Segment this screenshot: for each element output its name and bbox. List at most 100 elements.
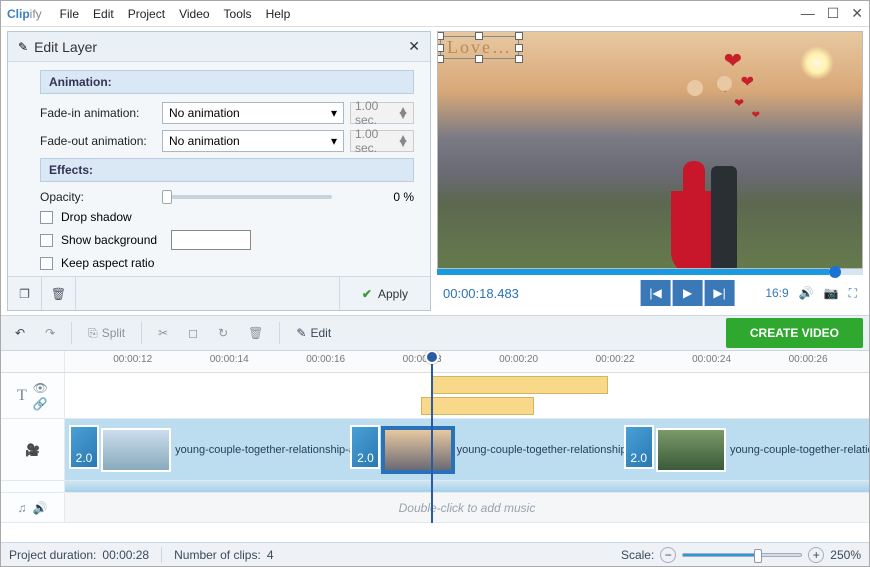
menubar: Clipify File Edit Project Video Tools He… <box>1 1 869 27</box>
heart-icon: ❤ <box>752 110 760 121</box>
opacity-slider[interactable] <box>162 195 332 199</box>
volume-icon[interactable]: 🔊 <box>799 286 814 300</box>
video-clip[interactable]: young-couple-together-relationship-and <box>101 425 367 475</box>
heart-icon: ❤ <box>741 72 754 92</box>
timecode: 00:00:18.483 <box>443 286 519 301</box>
project-duration-label: Project duration: <box>9 548 96 562</box>
clip-count-label: Number of clips: <box>174 548 261 562</box>
timeline-ruler[interactable]: 00:00:12 00:00:14 00:00:16 00:00:18 00:0… <box>65 351 869 372</box>
ruler-tick: 00:00:22 <box>596 354 635 365</box>
text-clip[interactable] <box>431 376 608 394</box>
ruler-tick: 00:00:16 <box>306 354 345 365</box>
timeline: 00:00:12 00:00:14 00:00:16 00:00:18 00:0… <box>1 351 869 542</box>
zoom-value: 250% <box>830 548 861 562</box>
link-icon[interactable]: 🔗 <box>33 397 48 411</box>
play-button[interactable]: ▶ <box>673 280 703 306</box>
text-layer-content: Love… <box>447 37 512 57</box>
next-button[interactable]: ▶| <box>705 280 735 306</box>
music-icon: ♫ <box>18 501 27 515</box>
prev-button[interactable]: |◀ <box>641 280 671 306</box>
status-bar: Project duration: 00:00:28 Number of cli… <box>1 542 869 566</box>
preview-canvas[interactable]: ❤ ❤ ❤ ❤ ❤ Love… <box>437 31 863 269</box>
ruler-tick: 00:00:12 <box>113 354 152 365</box>
delete-icon[interactable]: 🗑 <box>240 322 271 344</box>
minimize-icon[interactable]: — <box>801 5 815 22</box>
ruler-tick: 00:00:26 <box>789 354 828 365</box>
text-track: T👁🔗 <box>1 373 869 419</box>
trash-icon[interactable]: 🗑 <box>42 277 76 310</box>
video-clip[interactable]: young-couple-together-relationship-and <box>383 425 649 475</box>
redo-button[interactable]: ↷ <box>37 322 63 344</box>
apply-button[interactable]: ✔Apply <box>339 277 430 310</box>
playhead[interactable] <box>431 351 433 523</box>
zoom-in-icon[interactable]: + <box>808 547 824 563</box>
split-button[interactable]: ⎘Split <box>80 322 133 345</box>
menu-edit[interactable]: Edit <box>93 7 114 21</box>
drop-shadow-checkbox[interactable] <box>40 211 53 224</box>
fadein-select[interactable]: No animation▾ <box>162 102 344 124</box>
heart-icon: ❤ <box>734 96 744 110</box>
menu-video[interactable]: Video <box>179 7 209 21</box>
animation-header: Animation: <box>40 70 414 94</box>
chevron-down-icon: ▾ <box>331 134 337 148</box>
video-subtrack <box>1 481 869 493</box>
audio-track-body[interactable]: Double-click to add music <box>65 493 869 522</box>
fadein-duration-spin[interactable]: 1.00 sec.▲▼ <box>350 102 414 124</box>
text-layer-selection[interactable]: Love… <box>440 36 519 59</box>
transition-clip[interactable]: 2.0 <box>69 425 99 469</box>
edit-layer-panel: ✎ Edit Layer ✕ Animation: Fade-in animat… <box>7 31 431 311</box>
scale-label: Scale: <box>621 548 654 562</box>
bg-color-swatch[interactable] <box>171 230 251 250</box>
text-track-body[interactable] <box>65 373 869 418</box>
video-track-body[interactable]: 2.0 young-couple-together-relationship-a… <box>65 419 869 480</box>
ruler-tick: 00:00:14 <box>210 354 249 365</box>
ruler-tick: 00:00:24 <box>692 354 731 365</box>
ruler-tick: 00:00:20 <box>499 354 538 365</box>
fadeout-select[interactable]: No animation▾ <box>162 130 344 152</box>
keep-ar-checkbox[interactable] <box>40 257 53 270</box>
check-icon: ✔ <box>362 287 372 301</box>
sun-graphic <box>800 46 834 80</box>
close-icon[interactable]: ✕ <box>851 5 863 22</box>
transition-clip[interactable]: 2.0 <box>350 425 380 469</box>
crop-icon[interactable]: ◻ <box>180 322 206 344</box>
opacity-label: Opacity: <box>40 190 156 204</box>
cut-icon[interactable]: ✂ <box>150 322 176 344</box>
fadeout-label: Fade-out animation: <box>40 134 156 148</box>
menu-project[interactable]: Project <box>128 7 165 21</box>
playhead-knob[interactable] <box>425 351 439 364</box>
chevron-down-icon: ▾ <box>331 106 337 120</box>
transition-clip[interactable]: 2.0 <box>624 425 654 469</box>
video-track: 🎥 2.0 young-couple-together-relationship… <box>1 419 869 481</box>
couple-graphic <box>671 126 751 269</box>
project-duration-value: 00:00:28 <box>102 548 149 562</box>
edit-button[interactable]: ✎Edit <box>288 322 339 344</box>
rotate-icon[interactable]: ↻ <box>210 322 236 344</box>
app-brand: Clipify <box>7 6 42 21</box>
menu-file[interactable]: File <box>60 7 79 21</box>
panel-title: Edit Layer <box>34 39 97 55</box>
fadein-label: Fade-in animation: <box>40 106 156 120</box>
fullscreen-icon[interactable]: ⛶ <box>849 286 857 301</box>
create-video-button[interactable]: CREATE VIDEO <box>726 318 863 348</box>
snapshot-icon[interactable]: 📷 <box>824 286 839 300</box>
panel-close-icon[interactable]: ✕ <box>408 38 420 55</box>
aspect-ratio[interactable]: 16:9 <box>765 286 788 300</box>
opacity-value: 0 % <box>393 190 414 204</box>
zoom-slider[interactable] <box>682 553 802 557</box>
menu-help[interactable]: Help <box>266 7 291 21</box>
undo-button[interactable]: ↶ <box>7 322 33 344</box>
show-bg-checkbox[interactable] <box>40 234 53 247</box>
menu-tools[interactable]: Tools <box>224 7 252 21</box>
volume-icon[interactable]: 🔊 <box>33 501 48 515</box>
eye-icon[interactable]: 👁 <box>33 381 48 395</box>
video-clip[interactable]: young-couple-together-relationship-and <box>656 425 869 475</box>
clip-count-value: 4 <box>267 548 274 562</box>
text-clip[interactable] <box>421 397 534 415</box>
zoom-out-icon[interactable]: − <box>660 547 676 563</box>
fadeout-duration-spin[interactable]: 1.00 sec.▲▼ <box>350 130 414 152</box>
camera-icon: 🎥 <box>25 443 40 457</box>
audio-track: ♫ 🔊 Double-click to add music <box>1 493 869 523</box>
duplicate-icon[interactable]: ❐ <box>8 277 42 310</box>
maximize-icon[interactable]: ☐ <box>827 5 840 22</box>
